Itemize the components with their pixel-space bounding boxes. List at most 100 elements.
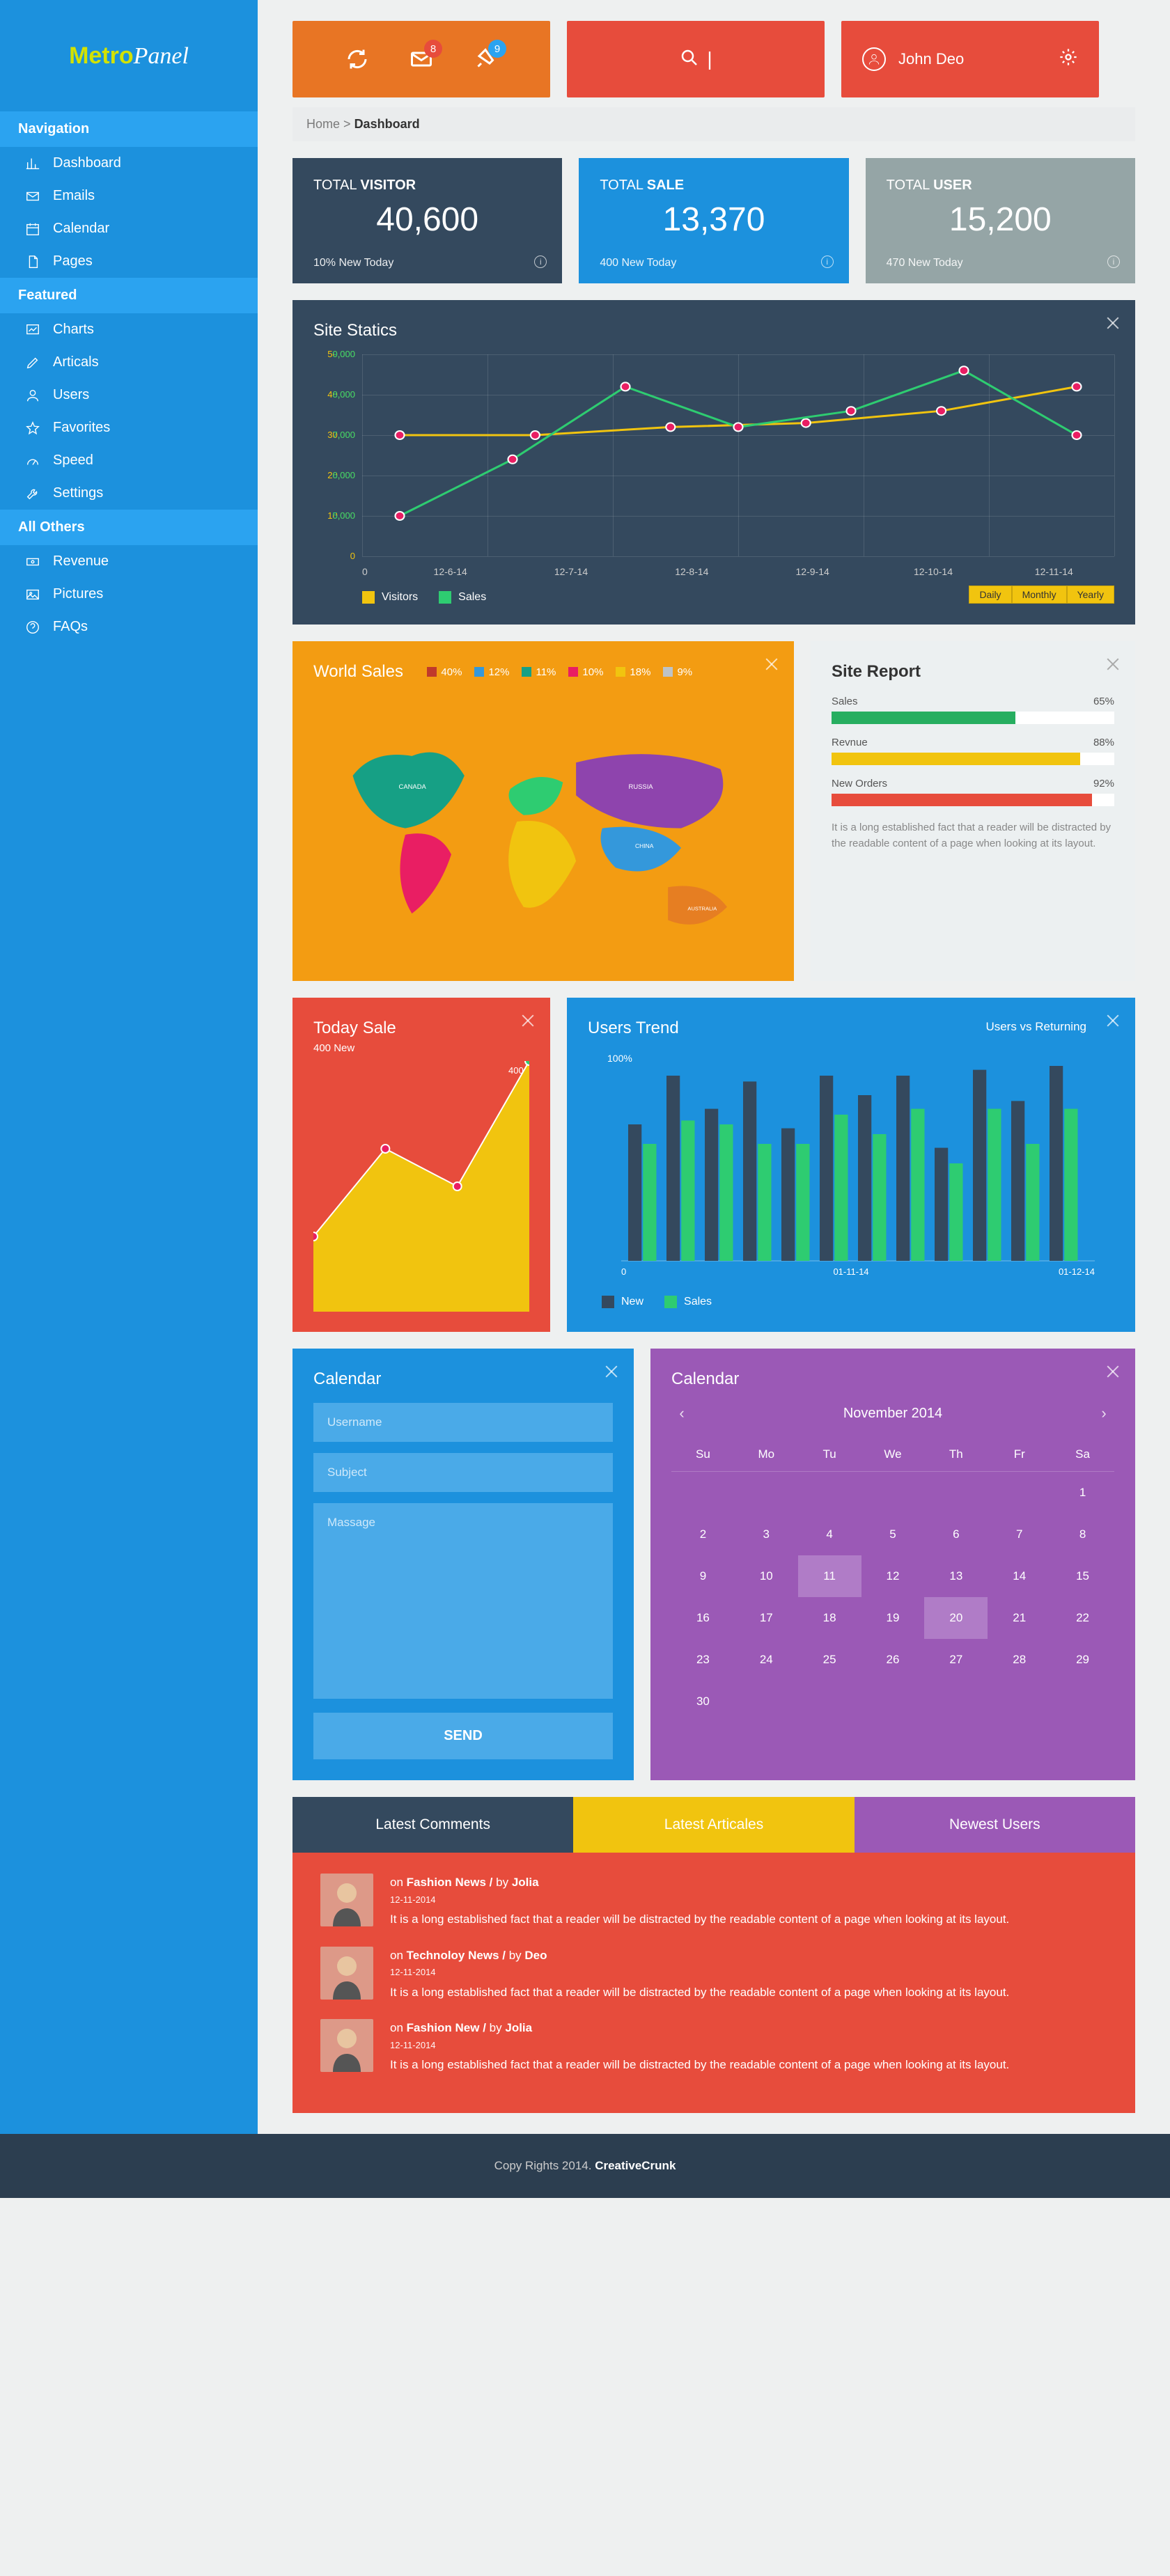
refresh-icon[interactable] xyxy=(342,44,373,74)
cal-day[interactable]: 30 xyxy=(671,1681,735,1722)
cal-day[interactable]: 12 xyxy=(861,1555,925,1597)
cal-day[interactable]: 2 xyxy=(671,1514,735,1555)
cal-day[interactable]: 10 xyxy=(735,1555,798,1597)
cal-day[interactable]: 1 xyxy=(1051,1472,1114,1514)
svg-text:AUSTRALIA: AUSTRALIA xyxy=(687,905,717,911)
period-yearly[interactable]: Yearly xyxy=(1067,586,1114,604)
cal-day[interactable]: 26 xyxy=(861,1639,925,1681)
cal-day[interactable]: 23 xyxy=(671,1639,735,1681)
svg-text:CANADA: CANADA xyxy=(399,783,427,790)
cal-dow: Fr xyxy=(988,1438,1051,1472)
cal-day[interactable]: 4 xyxy=(798,1514,861,1555)
nav-section-header: Navigation xyxy=(0,111,258,147)
close-icon[interactable] xyxy=(763,657,779,672)
nav-item-favorites[interactable]: Favorites xyxy=(0,411,258,444)
tab-newest-users[interactable]: Newest Users xyxy=(855,1797,1135,1853)
close-icon[interactable] xyxy=(1105,1364,1120,1379)
username-input[interactable] xyxy=(313,1403,613,1442)
help-icon xyxy=(25,620,40,635)
cal-day xyxy=(924,1681,988,1722)
cal-day xyxy=(861,1681,925,1722)
logo-part2: Panel xyxy=(134,43,189,69)
calendar-panel: Calendar ‹ November 2014 › SuMoTuWeThFrS… xyxy=(650,1349,1135,1780)
user-menu[interactable]: John Deo xyxy=(841,21,1099,97)
legend-item: Sales xyxy=(439,591,486,604)
today-subtitle: 400 New xyxy=(313,1042,529,1054)
prev-month-button[interactable]: ‹ xyxy=(671,1403,692,1424)
cal-day[interactable]: 9 xyxy=(671,1555,735,1597)
cal-day[interactable]: 16 xyxy=(671,1597,735,1639)
nav-item-users[interactable]: Users xyxy=(0,379,258,411)
comment-date: 12-11-2014 xyxy=(390,1965,1009,1979)
info-icon[interactable]: i xyxy=(534,256,547,268)
cal-day xyxy=(988,1681,1051,1722)
mail-icon[interactable]: 8 xyxy=(406,44,437,74)
close-icon[interactable] xyxy=(520,1013,535,1028)
cal-day[interactable]: 22 xyxy=(1051,1597,1114,1639)
nav-item-faqs[interactable]: FAQs xyxy=(0,611,258,643)
calendar-form-panel: Calendar SEND xyxy=(292,1349,634,1780)
nav-item-dashboard[interactable]: Dashboard xyxy=(0,147,258,180)
cal-day[interactable]: 6 xyxy=(924,1514,988,1555)
graph-icon xyxy=(25,322,40,338)
close-icon[interactable] xyxy=(1105,657,1120,672)
nav-item-settings[interactable]: Settings xyxy=(0,477,258,510)
cal-day[interactable]: 15 xyxy=(1051,1555,1114,1597)
report-text: It is a long established fact that a rea… xyxy=(832,820,1114,851)
nav-item-pictures[interactable]: Pictures xyxy=(0,578,258,611)
cal-day[interactable]: 27 xyxy=(924,1639,988,1681)
gear-icon[interactable] xyxy=(1059,47,1078,71)
nav-item-pages[interactable]: Pages xyxy=(0,245,258,278)
tab-latest-comments[interactable]: Latest Comments xyxy=(292,1797,573,1853)
trend-subtitle: Users vs Returning xyxy=(985,1020,1086,1034)
subject-input[interactable] xyxy=(313,1453,613,1492)
cal-day[interactable]: 7 xyxy=(988,1514,1051,1555)
message-textarea[interactable] xyxy=(313,1503,613,1699)
bell-badge: 9 xyxy=(488,40,506,58)
cal-day[interactable]: 5 xyxy=(861,1514,925,1555)
cal-day[interactable]: 14 xyxy=(988,1555,1051,1597)
cal-day[interactable]: 17 xyxy=(735,1597,798,1639)
tab-latest-articales[interactable]: Latest Articales xyxy=(573,1797,854,1853)
cal-day[interactable]: 11 xyxy=(798,1555,861,1597)
close-icon[interactable] xyxy=(603,1364,618,1379)
cal-day[interactable]: 13 xyxy=(924,1555,988,1597)
cal-day[interactable]: 3 xyxy=(735,1514,798,1555)
nav-item-emails[interactable]: Emails xyxy=(0,180,258,212)
money-icon xyxy=(25,554,40,570)
cal-day[interactable]: 25 xyxy=(798,1639,861,1681)
bell-icon[interactable]: 9 xyxy=(470,44,501,74)
cal-day[interactable]: 20 xyxy=(924,1597,988,1639)
period-monthly[interactable]: Monthly xyxy=(1012,586,1067,604)
period-daily[interactable]: Daily xyxy=(969,586,1011,604)
user-avatar-icon xyxy=(862,47,886,71)
cal-day[interactable]: 29 xyxy=(1051,1639,1114,1681)
close-icon[interactable] xyxy=(1105,315,1120,331)
cal-day[interactable]: 18 xyxy=(798,1597,861,1639)
image-icon xyxy=(25,587,40,602)
cal-day[interactable]: 21 xyxy=(988,1597,1051,1639)
info-icon[interactable]: i xyxy=(821,256,834,268)
cal-day[interactable]: 24 xyxy=(735,1639,798,1681)
logo-part1: Metro xyxy=(69,42,134,69)
breadcrumb-home[interactable]: Home xyxy=(306,117,340,131)
world-sales-panel: World Sales 40%12%11%10%18%9% CANADA RUS… xyxy=(292,641,794,981)
panel-title: Site Report xyxy=(832,662,1114,682)
cal-day[interactable]: 19 xyxy=(861,1597,925,1639)
search-box[interactable]: | xyxy=(567,21,825,97)
nav-item-calendar[interactable]: Calendar xyxy=(0,212,258,245)
info-icon[interactable]: i xyxy=(1107,256,1120,268)
cal-day[interactable]: 8 xyxy=(1051,1514,1114,1555)
nav-item-speed[interactable]: Speed xyxy=(0,444,258,477)
svg-text:01-12-14: 01-12-14 xyxy=(1059,1266,1095,1277)
cal-day[interactable]: 28 xyxy=(988,1639,1051,1681)
user-name: John Deo xyxy=(898,50,964,68)
next-month-button[interactable]: › xyxy=(1093,1403,1114,1424)
close-icon[interactable] xyxy=(1105,1013,1120,1028)
nav-item-revenue[interactable]: Revenue xyxy=(0,545,258,578)
send-button[interactable]: SEND xyxy=(313,1713,613,1759)
nav-item-charts[interactable]: Charts xyxy=(0,313,258,346)
nav-section-header: Featured xyxy=(0,278,258,313)
wrench-icon xyxy=(25,486,40,501)
nav-item-articals[interactable]: Articals xyxy=(0,346,258,379)
